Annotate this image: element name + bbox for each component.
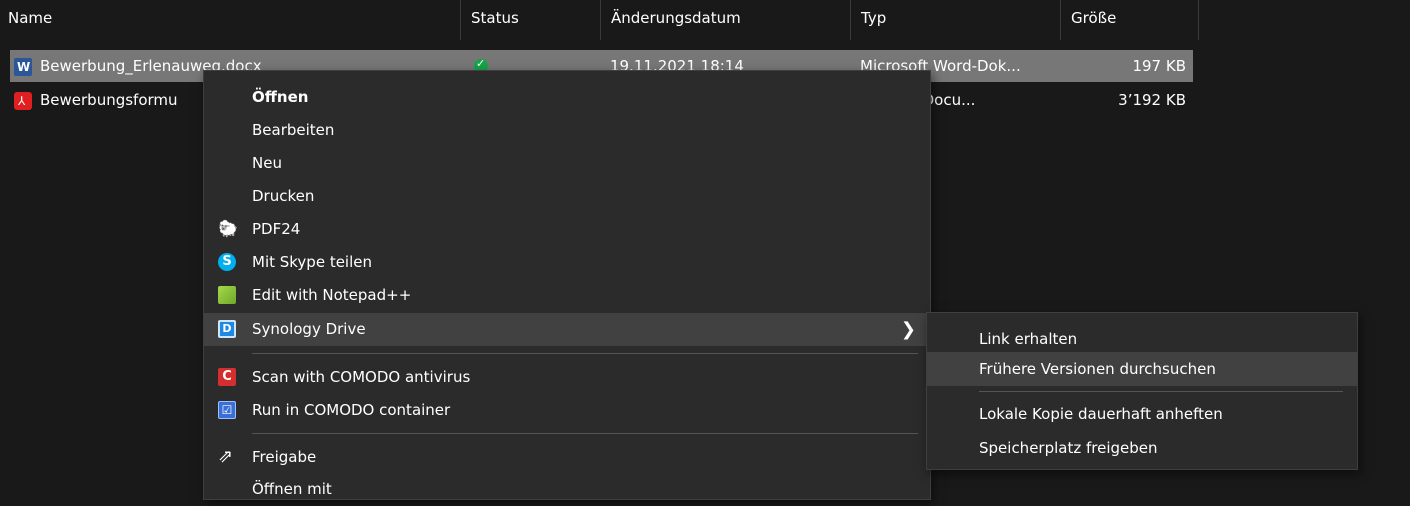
file-name: Bewerbungsformu (40, 91, 178, 109)
synology-drive-icon: D (218, 320, 236, 338)
menu-item-label: Bearbeiten (252, 121, 335, 139)
menu-item-label: PDF24 (252, 220, 301, 238)
menu-item-print[interactable]: Drucken (204, 180, 930, 213)
menu-item-label: Öffnen mit (252, 480, 332, 498)
menu-item-skype[interactable]: S Mit Skype teilen (204, 246, 930, 279)
menu-item-label: Drucken (252, 187, 315, 205)
skype-icon: S (218, 253, 236, 271)
synology-submenu: Link erhalten Frühere Versionen durchsuc… (926, 312, 1358, 470)
menu-item-open-with[interactable]: Öffnen mit (204, 473, 930, 506)
menu-item-label: Edit with Notepad++ (252, 286, 412, 304)
file-size: 197 KB (1132, 57, 1186, 75)
submenu-item-label: Speicherplatz freigeben (979, 439, 1158, 457)
menu-item-edit[interactable]: Bearbeiten (204, 114, 930, 147)
file-size: 3’192 KB (1118, 91, 1186, 109)
menu-item-label: Öffnen (252, 88, 309, 106)
submenu-item-free-space[interactable]: Speicherplatz freigeben (927, 431, 1357, 465)
comodo-antivirus-icon: C (218, 368, 236, 386)
pdf24-icon: 🐑 (218, 219, 238, 238)
column-header: Name Status Änderungsdatum Typ Größe (0, 0, 1410, 40)
notepad-plus-plus-icon (218, 286, 236, 304)
column-type[interactable]: Typ (851, 0, 1061, 40)
menu-item-label: Freigabe (252, 448, 317, 466)
menu-separator (252, 353, 918, 354)
submenu-separator (979, 391, 1343, 392)
menu-item-label: Scan with COMODO antivirus (252, 368, 471, 386)
submenu-item-label: Link erhalten (979, 330, 1078, 348)
submenu-item-get-link[interactable]: Link erhalten (927, 322, 1357, 356)
menu-item-label: Synology Drive (252, 320, 366, 338)
menu-separator (252, 433, 918, 434)
submenu-item-label: Frühere Versionen durchsuchen (979, 360, 1216, 378)
column-date[interactable]: Änderungsdatum (601, 0, 851, 40)
menu-item-comodo-scan[interactable]: C Scan with COMODO antivirus (204, 361, 930, 394)
menu-item-synology-drive[interactable]: D Synology Drive ❯ (204, 313, 930, 346)
menu-item-notepad[interactable]: Edit with Notepad++ (204, 279, 930, 312)
menu-item-pdf24[interactable]: 🐑 PDF24 (204, 213, 930, 246)
menu-item-open[interactable]: Öffnen (204, 81, 930, 114)
chevron-right-icon: ❯ (900, 319, 916, 340)
share-icon: ⇗ (218, 446, 234, 467)
word-icon (14, 58, 32, 76)
menu-item-new[interactable]: Neu (204, 147, 930, 180)
menu-item-label: Run in COMODO container (252, 401, 451, 419)
submenu-item-pin-local[interactable]: Lokale Kopie dauerhaft anheften (927, 397, 1357, 431)
submenu-item-label: Lokale Kopie dauerhaft anheften (979, 405, 1223, 423)
column-name[interactable]: Name (0, 0, 461, 40)
menu-item-share[interactable]: ⇗ Freigabe (204, 441, 930, 474)
menu-item-label: Neu (252, 154, 282, 172)
context-menu: Öffnen Bearbeiten Neu Drucken 🐑 PDF24 S … (203, 70, 931, 500)
menu-item-label: Mit Skype teilen (252, 253, 373, 271)
submenu-item-browse-versions[interactable]: Frühere Versionen durchsuchen (927, 352, 1357, 386)
menu-item-comodo-container[interactable]: ☑ Run in COMODO container (204, 394, 930, 427)
comodo-container-icon: ☑ (218, 401, 236, 419)
column-size[interactable]: Größe (1061, 0, 1199, 40)
column-status[interactable]: Status (461, 0, 601, 40)
pdf-icon (14, 92, 32, 110)
